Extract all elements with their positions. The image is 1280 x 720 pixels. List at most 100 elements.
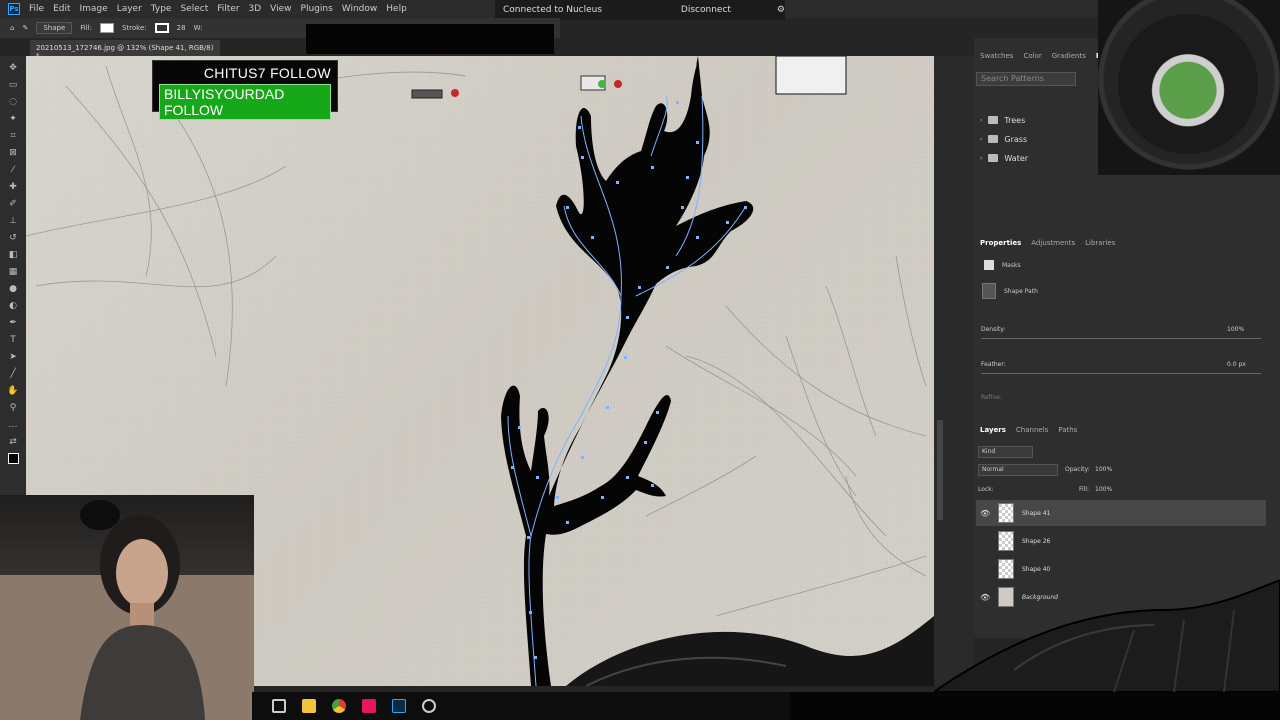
mask-icon (984, 260, 994, 270)
tool-mode-select[interactable]: Shape (36, 22, 73, 34)
menu-help[interactable]: Help (386, 4, 407, 14)
menu-edit[interactable]: Edit (53, 4, 70, 14)
feather-label: Feather: (981, 361, 1006, 368)
fill-swatch[interactable] (99, 23, 114, 33)
swap-colors-icon[interactable]: ⇄ (6, 434, 20, 449)
vertical-scrollbar[interactable] (937, 420, 943, 520)
photoshop-taskbar-icon[interactable] (392, 699, 406, 713)
brush-icon[interactable]: ✐ (6, 196, 20, 211)
line-icon[interactable]: ╱ (6, 366, 20, 381)
menu-3d[interactable]: 3D (249, 4, 262, 14)
menu-file[interactable]: File (29, 4, 44, 14)
menu-window[interactable]: Window (342, 4, 378, 14)
folder-icon (988, 135, 999, 143)
tab-libraries[interactable]: Libraries (1085, 239, 1115, 247)
tab-adjustments[interactable]: Adjustments (1031, 239, 1075, 247)
photoshop-logo-icon[interactable]: Ps (8, 3, 20, 15)
history-brush-icon[interactable]: ↺ (6, 230, 20, 245)
blur-icon[interactable]: ● (6, 281, 20, 296)
tab-color[interactable]: Color (1023, 52, 1041, 60)
more-tools-icon[interactable]: … (6, 417, 20, 432)
layer-name: Shape 41 (1022, 509, 1051, 517)
density-slider[interactable] (981, 338, 1261, 339)
tree-shape[interactable] (501, 56, 754, 686)
menu-image[interactable]: Image (80, 4, 108, 14)
folder-grass[interactable]: › Grass (980, 130, 1027, 148)
fill-label: Fill: (80, 24, 92, 32)
path-select-icon[interactable]: ➤ (6, 349, 20, 364)
tab-channels[interactable]: Channels (1016, 426, 1048, 434)
hand-icon[interactable]: ✋ (6, 383, 20, 398)
zoom-icon[interactable]: ⚲ (6, 400, 20, 415)
nucleus-status: Connected to Nucleus (503, 5, 603, 15)
feather-slider[interactable] (981, 373, 1261, 374)
chevron-right-icon[interactable]: › (980, 136, 982, 143)
masks-label: Masks (1002, 261, 1021, 269)
opacity-value[interactable]: 100% (1095, 466, 1112, 473)
bottom-overlay (790, 692, 1280, 720)
shape-path-row: Shape Path (982, 283, 1038, 299)
menu-layer[interactable]: Layer (117, 4, 142, 14)
stroke-width-field[interactable]: 28 (177, 24, 186, 32)
blend-mode-select[interactable]: Normal (978, 464, 1058, 476)
crop-tool-icon[interactable]: ⌗ (6, 128, 20, 143)
file-explorer-icon[interactable] (302, 699, 316, 713)
webcam-person (0, 500, 254, 720)
eraser-icon[interactable]: ◧ (6, 247, 20, 262)
density-label: Density: (981, 326, 1006, 333)
overlay-curve-shape (934, 578, 1280, 692)
document-tab[interactable]: 20210513_172746.jpg @ 132% (Shape 41, RG… (30, 40, 220, 60)
disconnect-button[interactable]: Disconnect (681, 5, 731, 15)
pen-icon[interactable]: ✒ (6, 315, 20, 330)
home-icon[interactable]: ⌂ (10, 24, 14, 32)
refine-label: Refine: (981, 394, 1002, 401)
move-tool-icon[interactable]: ✥ (6, 60, 20, 75)
pen-tool-icon[interactable]: ✎ (22, 24, 28, 32)
tab-gradients[interactable]: Gradients (1052, 52, 1086, 60)
magic-wand-icon[interactable]: ✦ (6, 111, 20, 126)
tab-paths[interactable]: Paths (1058, 426, 1077, 434)
layer-row-shape-41[interactable]: 👁 Shape 41 (976, 500, 1266, 526)
dodge-icon[interactable]: ◐ (6, 298, 20, 313)
obs-icon[interactable] (422, 699, 436, 713)
folder-icon (988, 154, 999, 162)
task-view-icon[interactable] (272, 699, 286, 713)
menu-plugins[interactable]: Plugins (301, 4, 333, 14)
frame-tool-icon[interactable]: ⊠ (6, 145, 20, 160)
menu-type[interactable]: Type (151, 4, 172, 14)
folder-label: Grass (1004, 134, 1028, 144)
tab-layers[interactable]: Layers (980, 426, 1006, 434)
eyedropper-icon[interactable]: ⁄ (6, 162, 20, 177)
fill-value[interactable]: 100% (1095, 486, 1112, 493)
folder-trees[interactable]: › Trees (980, 111, 1025, 129)
lasso-tool-icon[interactable]: ◌ (6, 94, 20, 109)
tab-swatches[interactable]: Swatches (980, 52, 1013, 60)
chevron-right-icon[interactable]: › (980, 155, 982, 162)
type-icon[interactable]: T (6, 332, 20, 347)
chrome-icon[interactable] (332, 699, 346, 713)
color-swatches-icon[interactable] (6, 451, 20, 466)
marquee-tool-icon[interactable]: ▭ (6, 77, 20, 92)
folder-water[interactable]: › Water (980, 149, 1028, 167)
layer-row-shape-26[interactable]: Shape 26 (976, 528, 1266, 554)
gradient-icon[interactable]: ▦ (6, 264, 20, 279)
density-value[interactable]: 100% (1227, 326, 1244, 333)
stroke-swatch[interactable] (154, 23, 169, 33)
layers-tabs: Layers Channels Paths (974, 423, 1280, 437)
menu-filter[interactable]: Filter (217, 4, 239, 14)
feather-value[interactable]: 0.0 px (1227, 361, 1246, 368)
pattern-search-input[interactable]: Search Patterns (976, 72, 1076, 86)
settings-gear-icon[interactable]: ⚙ (777, 5, 785, 15)
layer-thumbnail (998, 503, 1014, 523)
lock-label: Lock: (978, 486, 994, 493)
menu-select[interactable]: Select (180, 4, 208, 14)
folder-icon (988, 116, 999, 124)
creative-cloud-icon[interactable] (362, 699, 376, 713)
tab-properties[interactable]: Properties (980, 239, 1021, 247)
eye-icon[interactable]: 👁 (980, 509, 990, 518)
menu-view[interactable]: View (270, 4, 291, 14)
layer-filter-select[interactable]: Kind (978, 446, 1033, 458)
chevron-right-icon[interactable]: › (980, 117, 982, 124)
stamp-icon[interactable]: ⊥ (6, 213, 20, 228)
healing-icon[interactable]: ✚ (6, 179, 20, 194)
